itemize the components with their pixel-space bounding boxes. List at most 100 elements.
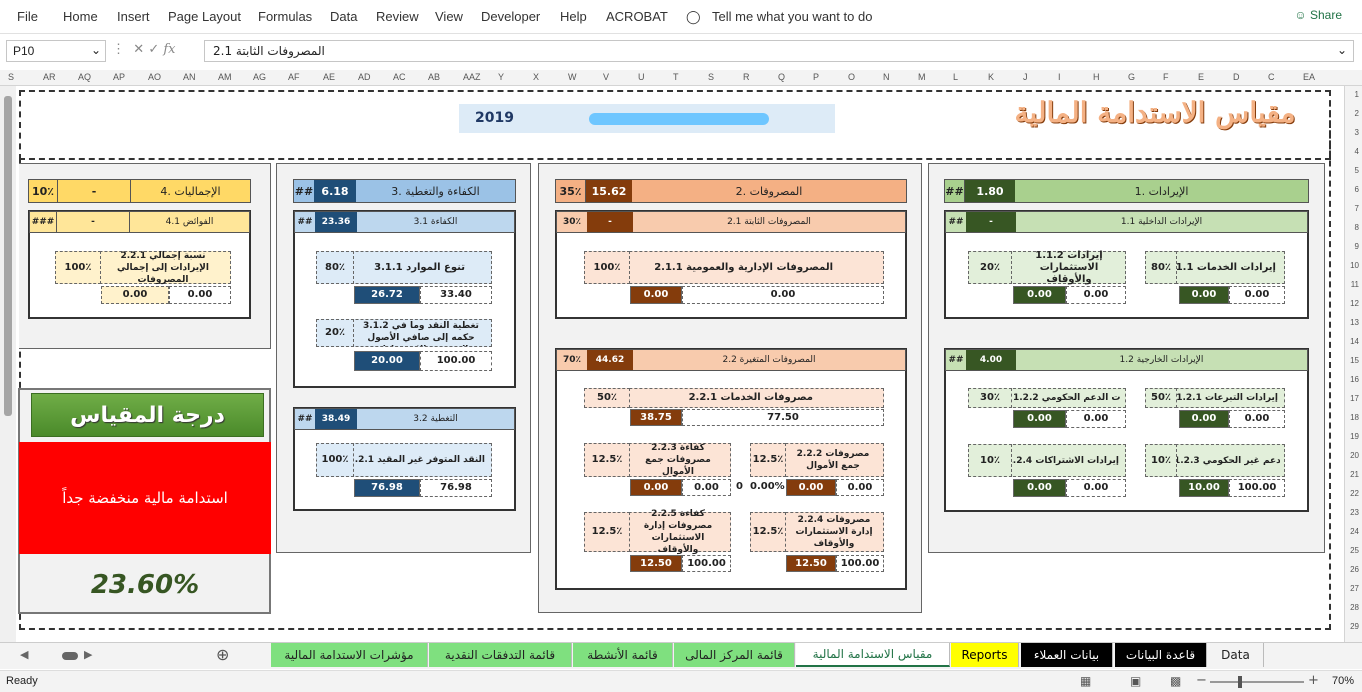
column-header[interactable]: L — [953, 72, 958, 82]
row-header[interactable]: 9 — [1355, 242, 1359, 251]
formula-input[interactable]: 2.1 المصروفات الثابتة ⌄ — [204, 40, 1354, 62]
cancel-icon[interactable]: ✕ — [133, 42, 144, 57]
page-layout-icon[interactable]: ▣ — [1130, 674, 1141, 688]
column-header[interactable]: P — [813, 72, 819, 82]
row-header[interactable]: 17 — [1350, 394, 1359, 403]
row-header[interactable]: 13 — [1350, 318, 1359, 327]
column-header[interactable]: AR — [43, 72, 56, 82]
menu-formulas[interactable]: Formulas — [258, 9, 312, 24]
row-header[interactable]: 7 — [1355, 204, 1359, 213]
row-header[interactable]: 26 — [1350, 565, 1359, 574]
menu-help[interactable]: Help — [560, 9, 587, 24]
column-header[interactable]: J — [1023, 72, 1028, 82]
row-header[interactable]: 27 — [1350, 584, 1359, 593]
row-header[interactable]: 1 — [1355, 90, 1359, 99]
menu-view[interactable]: View — [435, 9, 463, 24]
vertical-scrollbar[interactable] — [0, 86, 16, 642]
row-header[interactable]: 22 — [1350, 489, 1359, 498]
column-header[interactable]: Q — [778, 72, 785, 82]
page-break-icon[interactable]: ▩ — [1170, 674, 1181, 688]
row-header[interactable]: 12 — [1350, 299, 1359, 308]
name-box[interactable]: P10 ⌄ — [6, 40, 106, 62]
menu-home[interactable]: Home — [63, 9, 98, 24]
column-header[interactable]: AN — [183, 72, 196, 82]
menu-page-layout[interactable]: Page Layout — [168, 9, 241, 24]
tab-database[interactable]: قاعدة البيانات — [1115, 643, 1207, 667]
row-header[interactable]: 11 — [1351, 280, 1359, 289]
column-header[interactable]: AD — [358, 72, 371, 82]
column-header[interactable]: AM — [218, 72, 232, 82]
column-header[interactable]: C — [1268, 72, 1275, 82]
menu-developer[interactable]: Developer — [481, 9, 540, 24]
column-header[interactable]: I — [1058, 72, 1061, 82]
menu-acrobat[interactable]: ACROBAT — [606, 9, 668, 24]
tab-scroll-thumb[interactable] — [62, 652, 78, 660]
column-header[interactable]: X — [533, 72, 539, 82]
fx-icon[interactable]: fx — [163, 42, 175, 57]
row-header[interactable]: 19 — [1350, 432, 1359, 441]
column-header[interactable]: AAZ — [463, 72, 481, 82]
zoom-slider-thumb[interactable] — [1238, 676, 1242, 688]
menu-data[interactable]: Data — [330, 9, 357, 24]
column-header[interactable]: AO — [148, 72, 161, 82]
tab-sustainability-indicators[interactable]: مؤشرات الاستدامة المالية — [271, 643, 428, 667]
row-header[interactable]: 16 — [1350, 375, 1359, 384]
column-header[interactable]: H — [1093, 72, 1100, 82]
normal-view-icon[interactable]: ▦ — [1080, 674, 1091, 688]
column-header[interactable]: K — [988, 72, 994, 82]
column-header[interactable]: AP — [113, 72, 125, 82]
row-header[interactable]: 28 — [1350, 603, 1359, 612]
tab-scroll-left-icon[interactable]: ◀ — [20, 648, 28, 661]
column-header[interactable]: AG — [253, 72, 266, 82]
column-header[interactable]: Y — [498, 72, 504, 82]
row-header[interactable]: 6 — [1355, 185, 1359, 194]
row-header[interactable]: 21 — [1350, 470, 1359, 479]
column-header[interactable]: N — [883, 72, 890, 82]
column-header[interactable]: AC — [393, 72, 406, 82]
row-header[interactable]: 29 — [1350, 622, 1359, 631]
expand-icon[interactable]: ⌄ — [1337, 43, 1347, 57]
row-header[interactable]: 8 — [1355, 223, 1359, 232]
row-header[interactable]: 15 — [1350, 356, 1359, 365]
column-header[interactable]: M — [918, 72, 926, 82]
menu-insert[interactable]: Insert — [117, 9, 150, 24]
column-header[interactable]: AF — [288, 72, 300, 82]
row-header[interactable]: 25 — [1350, 546, 1359, 555]
column-header[interactable]: D — [1233, 72, 1240, 82]
menu-review[interactable]: Review — [376, 9, 419, 24]
column-header[interactable]: F — [1163, 72, 1169, 82]
column-header[interactable]: AB — [428, 72, 440, 82]
column-header[interactable]: E — [1198, 72, 1204, 82]
tab-reports[interactable]: Reports — [951, 643, 1019, 667]
tab-scroll-right-icon[interactable]: ▶ — [84, 648, 92, 661]
zoom-slider[interactable] — [1210, 681, 1304, 683]
tab-financial-position[interactable]: قائمة المركز المالى — [674, 643, 795, 667]
column-header[interactable]: AE — [323, 72, 335, 82]
column-header[interactable]: T — [673, 72, 679, 82]
enter-icon[interactable]: ✓ — [148, 42, 159, 57]
row-header[interactable]: 18 — [1350, 413, 1359, 422]
row-header[interactable]: 5 — [1355, 166, 1359, 175]
tab-customers[interactable]: بيانات العملاء — [1021, 643, 1113, 667]
column-header[interactable]: R — [743, 72, 750, 82]
column-header[interactable]: EA — [1303, 72, 1315, 82]
row-header[interactable]: 14 — [1350, 337, 1359, 346]
tab-cash-flows[interactable]: قائمة التدفقات النقدية — [429, 643, 572, 667]
row-header[interactable]: 2 — [1355, 109, 1359, 118]
row-header[interactable]: 23 — [1350, 508, 1359, 517]
column-header[interactable]: S — [8, 72, 14, 82]
column-header[interactable]: W — [568, 72, 577, 82]
column-header[interactable]: S — [708, 72, 714, 82]
column-header[interactable]: U — [638, 72, 645, 82]
row-header[interactable]: 24 — [1350, 527, 1359, 536]
scroll-thumb[interactable] — [4, 96, 12, 416]
column-header[interactable]: O — [848, 72, 855, 82]
tab-data[interactable]: Data — [1208, 643, 1264, 667]
chevron-down-icon[interactable]: ⌄ — [91, 43, 101, 57]
zoom-out-icon[interactable]: − — [1196, 673, 1207, 688]
column-header[interactable]: AQ — [78, 72, 91, 82]
add-sheet-icon[interactable]: ⊕ — [216, 645, 229, 664]
tab-activities[interactable]: قائمة الأنشطة — [573, 643, 673, 667]
row-header[interactable]: 4 — [1355, 147, 1359, 156]
row-header[interactable]: 3 — [1355, 128, 1359, 137]
